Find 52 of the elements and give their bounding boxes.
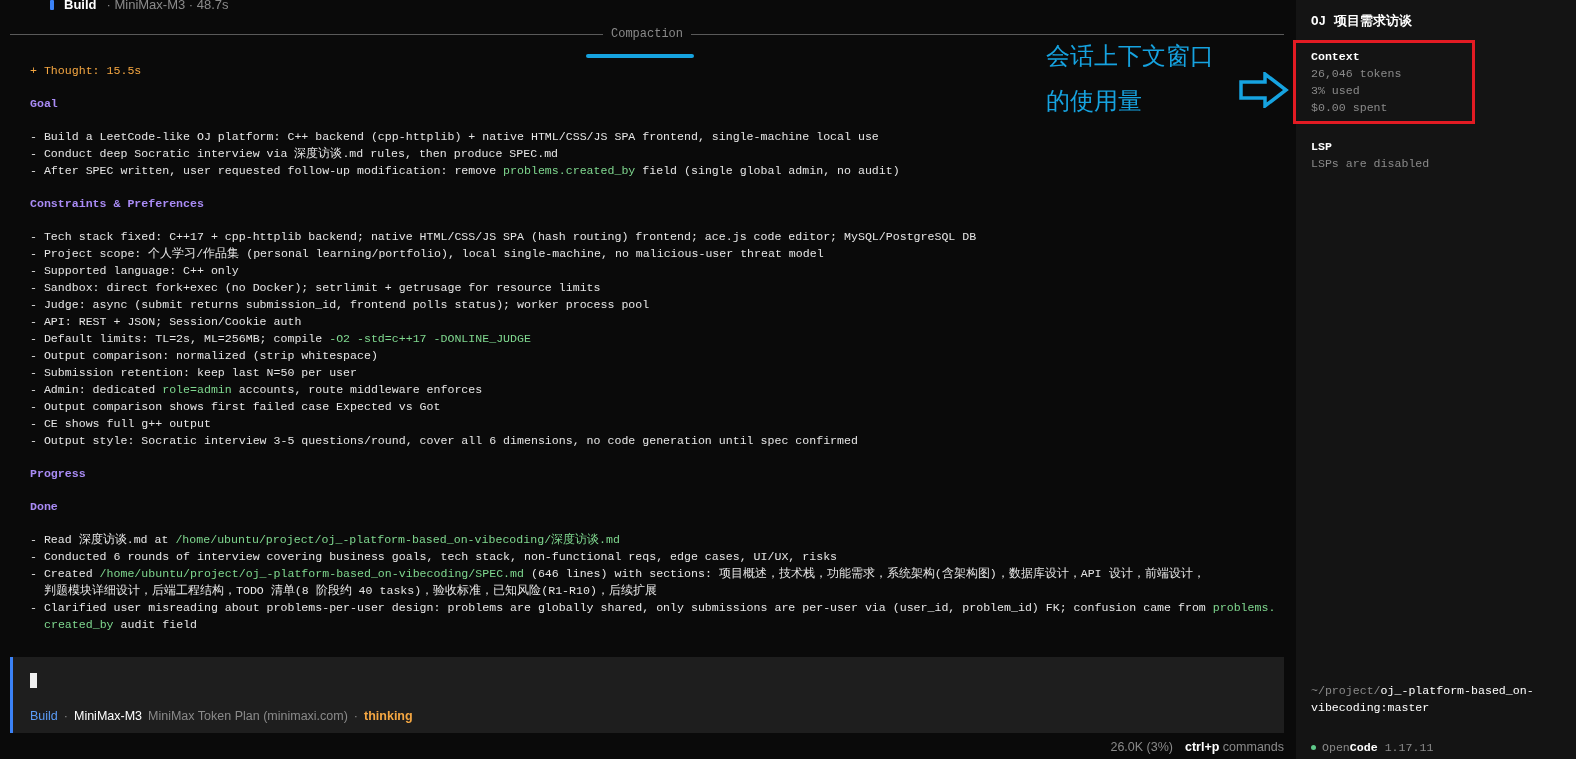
provider-label: MiniMax Token Plan (minimaxi.com) (148, 708, 348, 725)
separator: · (63, 708, 68, 725)
section-heading: LSP (1311, 139, 1333, 155)
section-heading: Constraints & Preferences (30, 196, 204, 212)
usage-label: 26.0K (3%) (1110, 739, 1173, 756)
arrow-icon (1239, 72, 1289, 108)
shortcut-label: commands (1222, 740, 1284, 754)
session-title: OJ 项目需求访谈 (1311, 14, 1413, 31)
thought-label[interactable]: + Thought: 15.5s (30, 62, 142, 79)
bullet-item: - Created /home/ubuntu/project/oj_-platform-based_on-vibecoding/SPEC.md (646 lines) with sections: 项目概述，技术栈，功能需求，系统架构(含架构图)，数据库设计，API 设计，前端设计， 判题模块详细设计，后端工程结构，TODO 清单(8 阶段约 40 tasks)，验收标准，已知风险(R1-R10)，后续扩展 (30, 566, 1206, 599)
status-dot (1311, 745, 1316, 750)
bullet-item: - Conducted 6 rounds of interview covering business goals, tech stack, non-functional reqs, edge cases, UI/UX, risks (30, 549, 839, 565)
app-version: OpenCode 1.17.11 (1322, 740, 1434, 756)
agent-icon (50, 0, 54, 10)
section-heading: Goal (30, 96, 58, 112)
bullet-item: - Admin: dedicated role=admin accounts, route middleware enforces (30, 382, 484, 398)
bullet-item: - API: REST + JSON; Session/Cookie auth (30, 314, 303, 330)
bullet-item: - Supported language: C++ only (30, 263, 240, 279)
bullet-item: - Judge: async (submit returns submission_id, frontend polls status); worker process pool (30, 297, 651, 313)
section-line: LSPs are disabled (1311, 156, 1431, 172)
bullet-item: - Conduct deep Socratic interview via 深度访谈.md rules, then produce SPEC.md (30, 146, 560, 162)
bullet-item: - Output style: Socratic interview 3-5 questions/round, cover all 6 dimensions, no code generation until spec confirmed (30, 433, 859, 449)
bullet-item: - Read 深度访谈.md at /home/ubuntu/project/oj_-platform-based_on-vibecoding/深度访谈.md (30, 532, 621, 548)
bullet-item: - CE shows full g++ output (30, 416, 212, 432)
section-line: 26,046 tokens (1311, 66, 1403, 82)
section-heading: Progress (30, 466, 86, 482)
model-name: MiniMax-M3 (73, 708, 143, 725)
session-info: · MiniMax-M3 · 48.7s (106, 0, 229, 13)
bullet-item: - Tech stack fixed: C++17 + cpp-httplib backend; native HTML/CSS/JS SPA (hash routing) frontend; ace.js code editor; MySQL/PostgreSQL DB (30, 229, 978, 245)
status-label: thinking (364, 708, 413, 725)
bullet-item: - Output comparison: normalized (strip whitespace) (30, 348, 379, 364)
bullet-item: - Submission retention: keep last N=50 per user (30, 365, 358, 381)
prompt-input[interactable]: Build · MiniMax-M3 MiniMax Token Plan (minimaxi.com) · thinking (10, 657, 1284, 733)
text-cursor (30, 673, 37, 688)
bullet-item: - Clarified user misreading about problems-per-user design: problems are globally shared, only submissions are per-user via (user_id, problem_id) FK; confusion came from problems. created_by audit field (30, 600, 1277, 633)
bullet-item: - Project scope: 个人学习/作品集 (personal learning/portfolio), local single-machine, no malicious-user threat model (30, 246, 825, 262)
bullet-item: - After SPEC written, user requested follow-up modification: remove problems.created_by field (single global admin, no audit) (30, 163, 901, 179)
bullet-item: - Sandbox: direct fork+exec (no Docker); setrlimit + getrusage for resource limits (30, 280, 602, 296)
project-path: ~/project/oj_-platform-based_on- vibecoding:master (1311, 683, 1535, 716)
bullet-item: - Build a LeetCode-like OJ platform: C++ backend (cpp-httplib) + native HTML/CSS/JS SPA frontend, single-machine local use (30, 129, 880, 145)
divider-label: Compaction (611, 27, 683, 41)
bullet-item: - Output comparison shows first failed case Expected vs Got (30, 399, 442, 415)
agent-name: Build (64, 0, 97, 13)
section-line: 3% used (1311, 83, 1361, 99)
section-heading: Done (30, 499, 58, 515)
shortcut-key: ctrl+p (1185, 740, 1220, 754)
mode-label: Build (30, 708, 58, 725)
separator: · (353, 708, 359, 725)
bullet-item: - Default limits: TL=2s, ML=256MB; compile -O2 -std=c++17 -DONLINE_JUDGE (30, 331, 532, 347)
section-line: $0.00 spent (1311, 100, 1389, 116)
section-heading: Context (1311, 49, 1361, 65)
annotation-text: 会话上下文窗口 的使用量 (1046, 41, 1214, 117)
